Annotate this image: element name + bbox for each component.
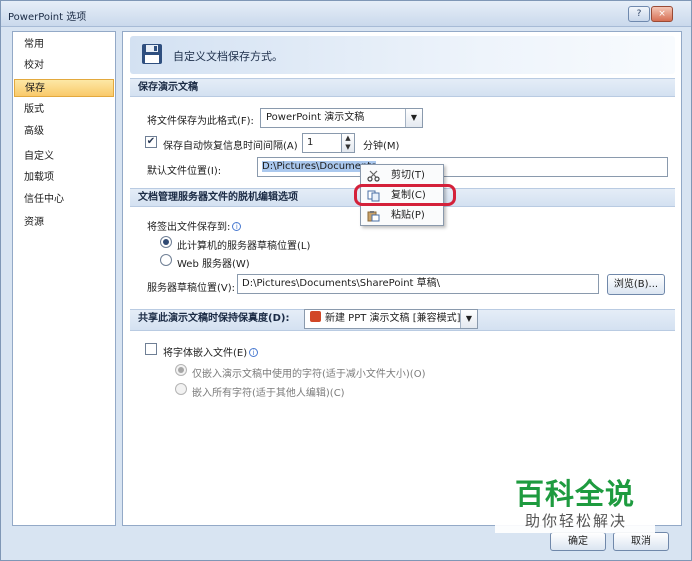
default-location-label: 默认文件位置(I): [147,166,222,177]
cancel-button[interactable]: 取消 [613,532,669,551]
ok-button[interactable]: 确定 [550,532,606,551]
sidebar-item-trust-center[interactable]: 信任中心 [14,191,114,209]
banner-text: 自定义文档保存方式。 [173,50,283,63]
close-button[interactable]: × [651,6,673,22]
section-save-presentations: 保存演示文稿 [130,78,675,97]
fidelity-heading: 共享此演示文稿时保持保真度(D): [138,313,290,324]
default-location-input[interactable]: D:\Pictures\Documents [257,157,668,177]
floppy-disk-icon [142,44,162,64]
window-title: PowerPoint 选项 [8,12,87,23]
dropdown-arrow-icon: ▼ [405,109,422,127]
autorecover-checkbox[interactable]: ✔ [145,136,157,148]
browse-button[interactable]: 浏览(B)... [607,274,665,295]
watermark-title: 百科全说 [515,477,636,511]
watermark-subtitle: 助你轻松解决 [525,512,628,530]
menu-item-cut-label: 剪切(T) [391,170,425,181]
info-icon: i [232,222,242,231]
highlight-ring [354,184,456,206]
format-select-value: PowerPoint 演示文稿 [266,112,365,123]
radio-embed-all-label: 嵌入所有字符(适于其他人编辑)(C) [192,388,345,399]
radio-embed-all[interactable] [175,383,187,395]
sidebar-item-advanced[interactable]: 高级 [14,123,114,141]
minutes-label: 分钟(M) [363,141,400,152]
autorecover-label: 保存自动恢复信息时间间隔(A) [163,141,298,152]
scissors-icon [367,170,380,182]
minutes-spinner[interactable]: ▲ ▼ [341,133,355,153]
drafts-location-label: 服务器草稿位置(V): [147,283,236,294]
radio-embed-used-only-label: 仅嵌入演示文稿中使用的字符(适于减小文件大小)(O) [192,369,426,380]
watermark: 百科全说 助你轻松解决 [495,471,655,533]
sidebar-item-addins[interactable]: 加载项 [14,169,114,187]
fidelity-document-select[interactable]: 新建 PPT 演示文稿 [兼容模式] ▼ [304,309,478,329]
radio-web-server-label: Web 服务器(W) [177,259,250,270]
embed-fonts-label-text: 将字体嵌入文件(E) [163,348,248,359]
checkout-label-text: 将签出文件保存到: [147,222,231,233]
spin-up-icon[interactable]: ▲ [342,134,354,143]
format-select[interactable]: PowerPoint 演示文稿 ▼ [260,108,423,128]
embed-fonts-label: 将字体嵌入文件(E) i [163,344,259,359]
help-button[interactable]: ? [628,6,650,22]
sidebar-item-general[interactable]: 常用 [14,36,114,54]
sidebar-item-save[interactable]: 保存 [14,79,114,97]
info-icon: i [249,348,259,357]
spin-down-icon[interactable]: ▼ [342,143,354,152]
content-panel: 自定义文档保存方式。 保存演示文稿 将文件保存为此格式(F): PowerPoi… [122,31,682,526]
options-dialog: PowerPoint 选项 ? × 常用 校对 保存 版式 高级 自定义 加载项… [0,0,692,561]
sidebar-item-customize[interactable]: 自定义 [14,148,114,166]
menu-item-cut[interactable]: 剪切(T) [363,167,441,185]
title-bar: PowerPoint 选项 ? × [1,1,691,27]
ppt-doc-icon [310,311,321,322]
drafts-location-input[interactable]: D:\Pictures\Documents\SharePoint 草稿\ [237,274,599,294]
sidebar: 常用 校对 保存 版式 高级 自定义 加载项 信任中心 资源 [12,31,116,526]
radio-embed-used-only[interactable] [175,364,187,376]
radio-local-drafts-label: 此计算机的服务器草稿位置(L) [177,241,311,252]
dropdown-arrow-icon: ▼ [460,310,477,328]
menu-item-paste[interactable]: 粘贴(P) [363,207,441,225]
fidelity-document-value: 新建 PPT 演示文稿 [兼容模式] [325,313,461,324]
radio-local-drafts[interactable] [160,236,172,248]
banner: 自定义文档保存方式。 [130,36,675,74]
autorecover-minutes-input[interactable]: 1 [302,133,342,153]
embed-fonts-checkbox[interactable] [145,343,157,355]
format-label: 将文件保存为此格式(F): [147,116,254,127]
checkout-label: 将签出文件保存到: i [147,218,242,233]
menu-item-paste-label: 粘贴(P) [391,210,425,221]
radio-web-server[interactable] [160,254,172,266]
sidebar-item-resources[interactable]: 资源 [14,214,114,232]
paste-icon [367,211,380,222]
sidebar-item-proofing[interactable]: 校对 [14,57,114,75]
sidebar-item-layout[interactable]: 版式 [14,101,114,119]
